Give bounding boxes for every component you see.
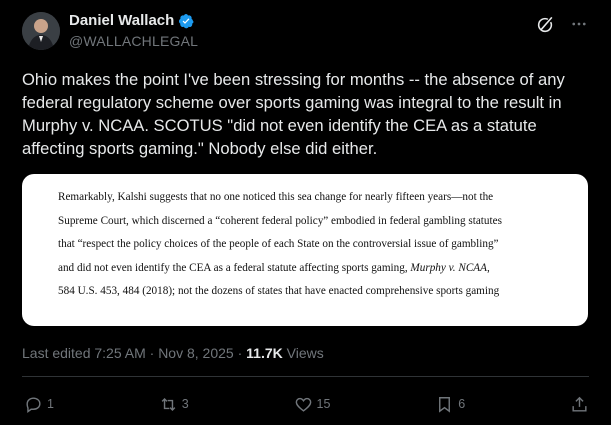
author-name-row[interactable]: Daniel Wallach: [69, 12, 194, 29]
quoted-document-image[interactable]: Remarkably, Kalshi suggests that no one …: [22, 174, 588, 326]
author-handle[interactable]: @WALLACHLEGAL: [69, 33, 198, 49]
repost-button[interactable]: 3: [159, 395, 189, 414]
avatar-image: [22, 12, 60, 50]
quote-line: Supreme Court, which discerned a “cohere…: [58, 214, 502, 227]
reply-count: 1: [47, 397, 54, 411]
heart-icon: [295, 397, 311, 412]
like-button[interactable]: 15: [294, 395, 331, 414]
like-count: 15: [316, 397, 331, 411]
bookmark-icon: [439, 396, 451, 413]
views-count: 11.7K: [246, 345, 283, 361]
repost-icon: [161, 397, 176, 411]
reply-button[interactable]: 1: [24, 395, 54, 414]
quote-line-with-citation: and did not even identify the CEA as a f…: [58, 257, 570, 281]
bookmark-count: 6: [458, 397, 466, 411]
reply-icon: [26, 396, 41, 413]
post-text: Ohio makes the point I've been stressing…: [22, 70, 565, 158]
views-label: Views: [282, 345, 324, 361]
quote-line: 584 U.S. 453, 484 (2018); not the dozens…: [58, 285, 500, 298]
quote-case-citation: Murphy v. NCAA: [410, 261, 487, 274]
edited-timestamp[interactable]: Last edited 7:25 AM · Nov 8, 2025 ·: [22, 345, 246, 361]
bookmark-button[interactable]: 6: [435, 395, 465, 414]
repost-count: 3: [181, 397, 189, 411]
quote-line-text: and did not even identify the CEA as a f…: [58, 261, 408, 274]
action-bar: 1 3 15 6: [24, 393, 589, 415]
share-button[interactable]: [570, 395, 589, 414]
quote-line: Remarkably, Kalshi suggests that no one …: [58, 191, 494, 203]
quote-line: that “respect the policy choices of the …: [58, 238, 499, 251]
share-icon: [572, 396, 587, 412]
more-options-icon[interactable]: [569, 14, 589, 34]
divider: [22, 376, 589, 377]
quote-citation-punct: ,: [486, 261, 490, 274]
post-metadata: Last edited 7:25 AM · Nov 8, 2025 · 11.7…: [22, 345, 324, 361]
verified-badge-icon: [178, 13, 194, 29]
post-top-actions: [535, 14, 589, 34]
author-display-name[interactable]: Daniel Wallach: [69, 12, 174, 29]
grok-icon[interactable]: [535, 14, 555, 34]
avatar[interactable]: [22, 12, 60, 50]
